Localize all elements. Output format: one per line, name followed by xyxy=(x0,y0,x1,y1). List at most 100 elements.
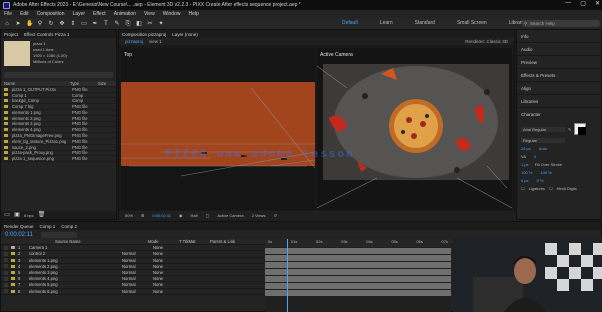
panel-effects-presets[interactable]: Effects & Presets xyxy=(517,69,601,82)
menu-help[interactable]: Help xyxy=(188,11,198,17)
time-ruler[interactable]: 0s 01s 02s 03s 04s 05s 06s 07s xyxy=(265,239,451,247)
layer-mode[interactable]: Normal xyxy=(122,251,150,256)
dolly-tool-icon[interactable]: ⇕ xyxy=(70,21,76,27)
grid-icon[interactable]: ⊞ xyxy=(141,213,144,218)
track-bar[interactable] xyxy=(265,248,451,254)
menu-view[interactable]: View xyxy=(144,11,155,17)
tab-project[interactable]: Project xyxy=(4,32,18,37)
track-bar[interactable] xyxy=(265,276,451,282)
col-name[interactable]: Name xyxy=(4,81,66,86)
track-bar[interactable] xyxy=(265,269,451,275)
panel-align[interactable]: Align xyxy=(517,82,601,95)
reset-icon[interactable]: ↺ xyxy=(274,213,277,218)
layer-mode[interactable]: Normal xyxy=(122,258,150,263)
track-bar[interactable] xyxy=(265,283,451,289)
active-camera-view[interactable]: Active Camera xyxy=(316,48,513,210)
eye-icon[interactable] xyxy=(4,251,8,256)
camera-dropdown[interactable]: Active Camera xyxy=(217,213,243,218)
subtab-pizzaproj[interactable]: pizzaproj xyxy=(125,39,143,44)
search-help-input[interactable]: ⚲ Search Help xyxy=(522,20,600,27)
panel-audio[interactable]: Audio xyxy=(517,43,601,56)
layer-mode[interactable]: Normal xyxy=(122,270,150,275)
hand-tool-icon[interactable]: ✋ xyxy=(26,21,33,27)
brush-tool-icon[interactable]: ✎ xyxy=(114,21,120,27)
menu-window[interactable]: Window xyxy=(163,11,181,17)
menu-effect[interactable]: Effect xyxy=(93,11,106,17)
panel-info[interactable]: Info xyxy=(517,30,601,43)
layer-parent[interactable]: None xyxy=(153,251,163,256)
col-mode[interactable]: Mode xyxy=(148,239,176,244)
tsume-field[interactable]: 0 % xyxy=(537,178,544,183)
trash-icon[interactable]: 🗑 xyxy=(38,212,46,218)
top-view[interactable]: Top xyxy=(121,48,316,210)
baseline-shift-field[interactable]: 0 px xyxy=(521,178,529,183)
zoom-dropdown[interactable]: 50% xyxy=(125,213,133,218)
col-parent[interactable]: Parent & Link xyxy=(210,239,235,244)
layer-parent[interactable]: None xyxy=(153,276,163,281)
new-comp-icon[interactable]: ▣ xyxy=(14,212,20,218)
layer-mode[interactable]: Normal xyxy=(122,264,150,269)
workspace-learn[interactable]: Learn xyxy=(380,20,393,26)
horizontal-scale-field[interactable]: 100 % xyxy=(540,170,551,175)
orbit-tool-icon[interactable]: ↻ xyxy=(48,21,54,27)
minimize-button[interactable]: — xyxy=(565,0,571,7)
region-icon[interactable]: ▢ xyxy=(206,213,210,218)
pan-tool-icon[interactable]: ✥ xyxy=(59,21,65,27)
menu-file[interactable]: File xyxy=(4,11,12,17)
panel-preview[interactable]: Preview xyxy=(517,56,601,69)
workspace-small-screen[interactable]: Small Screen xyxy=(457,20,487,26)
fill-color-swatch[interactable] xyxy=(574,123,587,135)
new-folder-icon[interactable]: ▭ xyxy=(4,212,10,218)
zoom-tool-icon[interactable]: ⚲ xyxy=(37,21,43,27)
track-bar[interactable] xyxy=(265,290,451,296)
eye-icon[interactable] xyxy=(4,264,8,269)
workspace-default[interactable]: Default xyxy=(342,20,358,26)
tab-effect-controls[interactable]: Effect Controls Pizza 1 xyxy=(24,32,69,37)
hindi-digits-checkbox[interactable]: ☐ xyxy=(549,186,553,191)
selection-tool-icon[interactable]: ➤ xyxy=(15,21,21,27)
subtab-view[interactable]: view 1 xyxy=(149,39,162,44)
views-dropdown[interactable]: 2 Views xyxy=(252,213,266,218)
home-icon[interactable]: ⌂ xyxy=(4,21,10,27)
eye-icon[interactable] xyxy=(4,289,8,294)
renderer-label[interactable]: Renderer: Classic 3D xyxy=(465,39,508,44)
timeline-search-input[interactable] xyxy=(40,231,77,238)
stroke-color-swatch[interactable] xyxy=(578,127,587,135)
layer-row[interactable]: 8 elements 6.png Normal None xyxy=(1,289,264,295)
tracking-field[interactable]: 0 xyxy=(534,154,536,159)
font-family-dropdown[interactable]: Arial Regular xyxy=(521,126,565,132)
layer-parent[interactable]: None xyxy=(153,245,163,250)
tab-layer[interactable]: Layer (none) xyxy=(172,32,198,37)
menu-edit[interactable]: Edit xyxy=(20,11,29,17)
playhead[interactable] xyxy=(287,239,288,312)
eyedropper-icon[interactable]: ✎ xyxy=(568,127,571,132)
layer-mode[interactable]: Normal xyxy=(122,289,150,294)
workspace-standard[interactable]: Standard xyxy=(415,20,435,26)
col-type[interactable]: Type xyxy=(70,81,94,86)
ligatures-checkbox[interactable]: ☐ xyxy=(521,186,525,191)
layer-parent[interactable]: None xyxy=(153,258,163,263)
tab-comp-2[interactable]: Comp 2 xyxy=(61,224,77,229)
project-search-input[interactable] xyxy=(4,72,113,78)
puppet-tool-icon[interactable]: ✦ xyxy=(158,21,164,27)
tab-composition[interactable]: Composition pizzaproj xyxy=(122,32,166,37)
eye-icon[interactable] xyxy=(4,276,8,281)
eye-icon[interactable] xyxy=(4,270,8,275)
roto-tool-icon[interactable]: ✂ xyxy=(147,21,153,27)
panel-libraries[interactable]: Libraries xyxy=(517,95,601,108)
resolution-dropdown[interactable]: Half xyxy=(190,213,197,218)
layer-mode[interactable]: Normal xyxy=(122,276,150,281)
track-bar[interactable] xyxy=(265,262,451,268)
close-button[interactable]: ✕ xyxy=(595,0,600,7)
camera-icon[interactable]: ◉ xyxy=(179,213,183,218)
track-bar[interactable] xyxy=(265,255,451,261)
timeline-tracks[interactable]: 0s 01s 02s 03s 04s 05s 06s 07s xyxy=(265,239,451,312)
timeline-current-time[interactable]: 0:00:02:11 xyxy=(5,232,33,238)
type-tool-icon[interactable]: T xyxy=(103,21,109,27)
col-trkmat[interactable]: T TrkMat xyxy=(179,239,207,244)
stroke-mode-dropdown[interactable]: Fill Over Stroke xyxy=(535,162,563,167)
panel-character[interactable]: Character xyxy=(517,108,601,121)
tab-comp-1[interactable]: Comp 1 xyxy=(40,224,56,229)
layer-parent[interactable]: None xyxy=(153,264,163,269)
layer-mode[interactable]: Normal xyxy=(122,282,150,287)
